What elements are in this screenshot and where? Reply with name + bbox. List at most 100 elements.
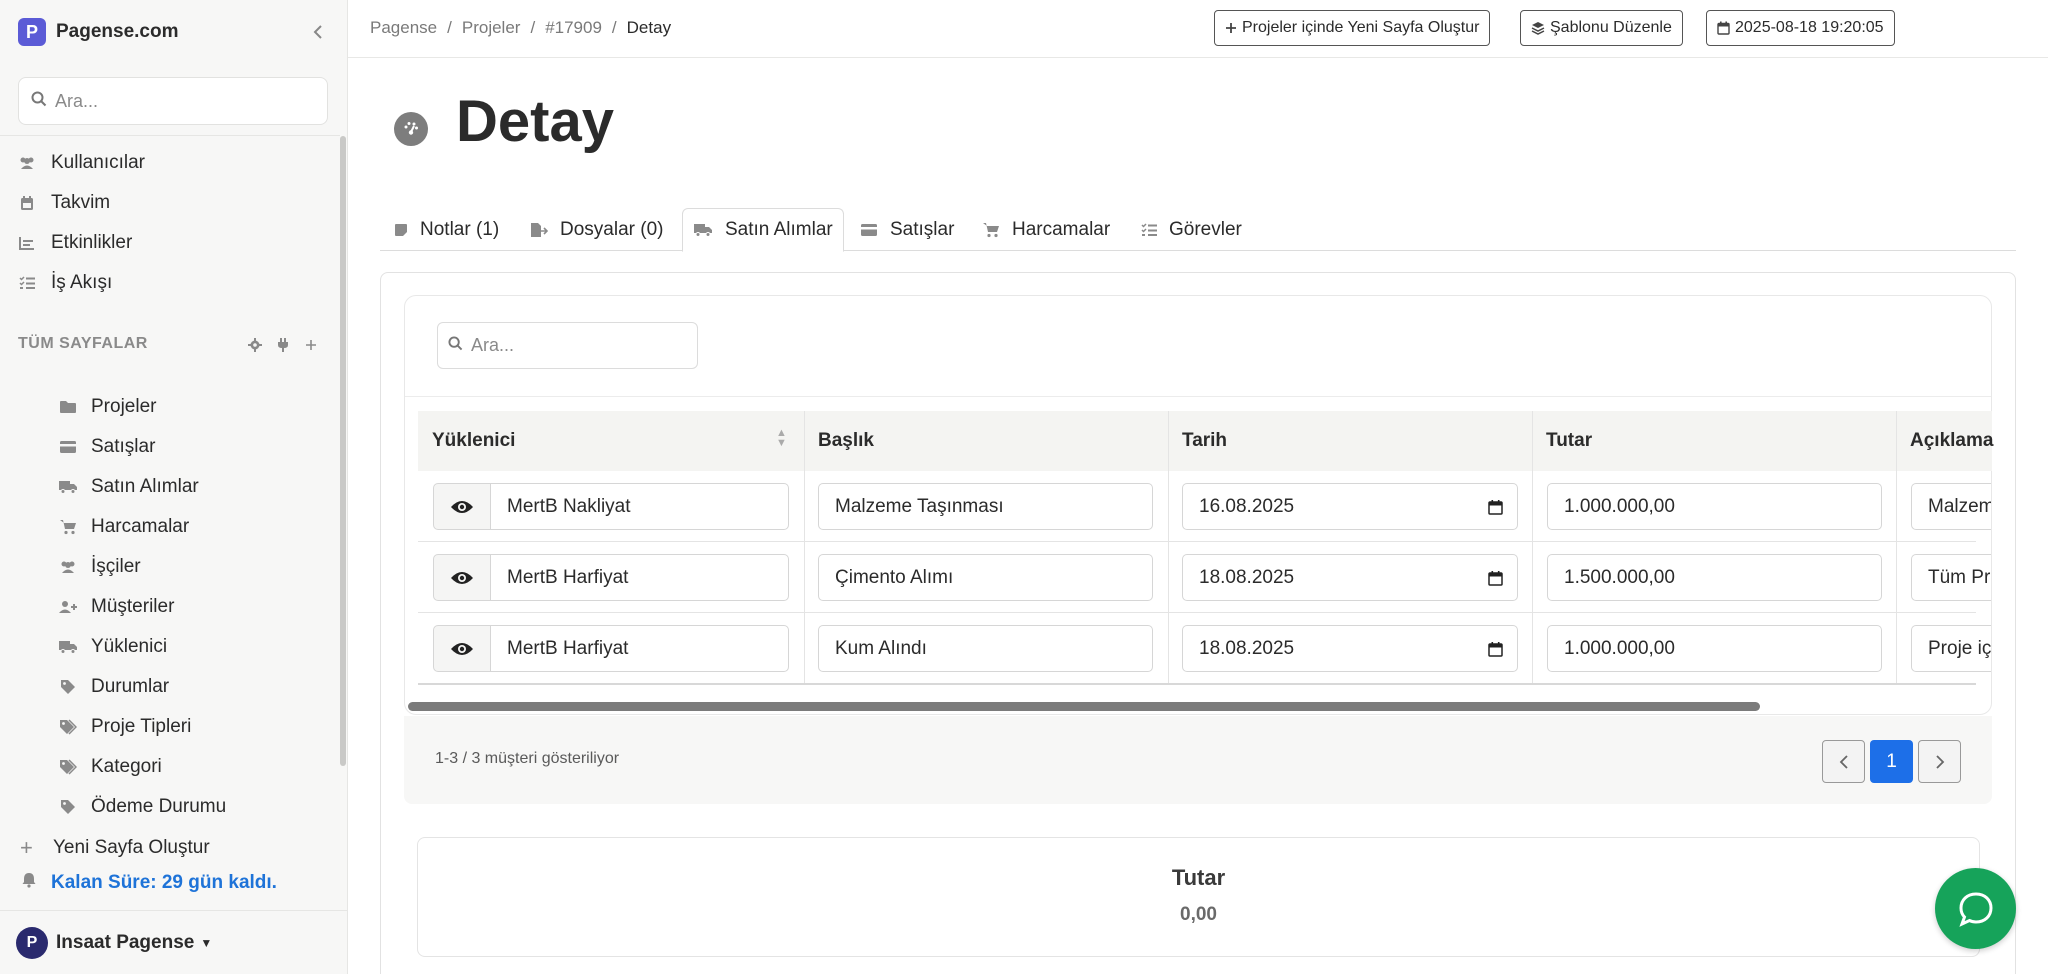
tab-purchases[interactable]: Satın Alımlar: [682, 208, 844, 252]
calendar-icon[interactable]: [1488, 499, 1503, 515]
new-page-button[interactable]: + Yeni Sayfa Oluştur: [20, 834, 210, 862]
collapse-sidebar-chevron-left-icon[interactable]: [306, 20, 330, 44]
previous-page-button[interactable]: [1822, 740, 1865, 783]
account-name: Insaat Pagense: [56, 932, 195, 953]
date-value: 18.08.2025: [1199, 637, 1295, 659]
breadcrumb-item[interactable]: #17909: [545, 18, 602, 38]
remaining-time-notice[interactable]: Kalan Süre: 29 gün kaldı.: [22, 869, 277, 897]
table-header: Yüklenici Başlık Tarih Tutar Açıklama: [418, 411, 1993, 471]
plus-icon[interactable]: [302, 336, 320, 354]
amount-field[interactable]: 1.000.000,00: [1547, 483, 1882, 530]
description-field[interactable]: Proje iç: [1911, 625, 1991, 672]
view-eye-icon-button[interactable]: [433, 554, 491, 601]
caret-down-icon: ▼: [200, 936, 213, 950]
summary-value: 0,00: [1180, 904, 1217, 925]
breadcrumb-current: Detay: [626, 18, 672, 37]
tab-sales[interactable]: Satışlar: [850, 208, 964, 251]
sidebar-item-label: Kullanıcılar: [51, 152, 145, 173]
description-field[interactable]: Tüm Pr: [1911, 554, 1991, 601]
amount-field[interactable]: 1.500.000,00: [1547, 554, 1882, 601]
tag-icon: [58, 678, 78, 696]
sidebar-item-calendar[interactable]: Takvim: [18, 187, 110, 219]
sidebar-divider: [0, 135, 340, 136]
sidebar-item-users[interactable]: Kullanıcılar: [18, 147, 145, 179]
sidebar-page-payment-status[interactable]: Ödeme Durumu: [58, 791, 226, 823]
eye-icon: [451, 500, 473, 513]
plug-icon[interactable]: [274, 336, 292, 354]
view-eye-icon-button[interactable]: [433, 483, 491, 530]
table-search-field[interactable]: [437, 322, 698, 369]
sidebar-page-category[interactable]: Kategori: [58, 751, 162, 783]
sidebar-search-field[interactable]: [18, 77, 328, 125]
sidebar-page-expenses[interactable]: Harcamalar: [58, 511, 189, 543]
breadcrumb: Pagense / Projeler / #17909 / Detay: [370, 18, 671, 38]
tab-label: Satın Alımlar: [725, 219, 833, 240]
sidebar-bottom-divider: [0, 910, 348, 911]
column-header-contractor[interactable]: Yüklenici: [418, 411, 515, 471]
eye-icon: [451, 571, 473, 584]
breadcrumb-item[interactable]: Pagense: [370, 18, 437, 38]
datetime-button[interactable]: 2025-08-18 19:20:05: [1706, 10, 1895, 46]
next-page-button[interactable]: [1918, 740, 1961, 783]
date-field[interactable]: 18.08.2025: [1182, 554, 1518, 601]
sidebar-scrollbar[interactable]: [340, 136, 346, 766]
sidebar-page-label: İşçiler: [91, 556, 141, 577]
tab-tasks[interactable]: Görevler: [1131, 208, 1252, 251]
title-field[interactable]: Çimento Alımı: [818, 554, 1153, 601]
column-header-title[interactable]: Başlık: [804, 411, 874, 471]
edit-template-button[interactable]: Şablonu Düzenle: [1520, 10, 1683, 46]
contractor-field[interactable]: MertB Harfiyat: [490, 554, 789, 601]
new-page-in-projects-button[interactable]: Projeler içinde Yeni Sayfa Oluştur: [1214, 10, 1491, 46]
user-plus-icon: [58, 598, 78, 616]
contractor-field[interactable]: MertB Harfiyat: [490, 625, 789, 672]
date-field[interactable]: 16.08.2025: [1182, 483, 1518, 530]
calendar-icon[interactable]: [1488, 570, 1503, 586]
sidebar-page-project-types[interactable]: Proje Tipleri: [58, 711, 191, 743]
cart-icon: [58, 518, 78, 536]
account-menu[interactable]: P Insaat Pagense ▼: [16, 926, 212, 960]
sidebar-item-events[interactable]: Etkinlikler: [18, 227, 132, 259]
cart-icon: [982, 222, 1000, 238]
tab-notes[interactable]: Notlar (1): [384, 208, 509, 251]
sidebar-item-workflow[interactable]: İş Akışı: [18, 267, 112, 299]
column-header-description[interactable]: Açıklama: [1896, 411, 1993, 471]
column-separator: [1896, 411, 1897, 685]
sidebar-page-purchases[interactable]: Satın Alımlar: [58, 471, 199, 503]
chat-support-button[interactable]: [1935, 868, 2016, 949]
table-search-input[interactable]: [471, 335, 681, 356]
plus-icon: +: [20, 835, 33, 860]
description-field[interactable]: Malzem: [1911, 483, 1991, 530]
brand-logo: P: [18, 18, 46, 46]
column-separator: [804, 411, 805, 685]
sort-icon[interactable]: ▲ ▼: [776, 428, 787, 449]
page-number-button[interactable]: 1: [1870, 740, 1913, 783]
amount-field[interactable]: 1.000.000,00: [1547, 625, 1882, 672]
sidebar-page-label: Müşteriler: [91, 596, 175, 617]
column-header-date[interactable]: Tarih: [1168, 411, 1227, 471]
sidebar-search-input[interactable]: [55, 90, 305, 112]
sidebar-page-statuses[interactable]: Durumlar: [58, 671, 169, 703]
sidebar-page-projects[interactable]: Projeler: [58, 391, 156, 423]
section-label-all-pages: TÜM SAYFALAR: [18, 335, 148, 352]
sidebar-page-workers[interactable]: İşçiler: [58, 551, 141, 583]
gear-icon[interactable]: [246, 336, 264, 354]
title-field[interactable]: Malzeme Taşınması: [818, 483, 1153, 530]
sidebar-page-contractor[interactable]: Yüklenici: [58, 631, 167, 663]
tab-expenses[interactable]: Harcamalar: [972, 208, 1120, 251]
brand[interactable]: P Pagense.com: [18, 18, 179, 46]
calendar-icon[interactable]: [1488, 641, 1503, 657]
breadcrumb-item[interactable]: Projeler: [462, 18, 521, 38]
date-value: 16.08.2025: [1199, 495, 1295, 517]
sidebar-page-sales[interactable]: Satışlar: [58, 431, 155, 463]
sidebar-page-customers[interactable]: Müşteriler: [58, 591, 174, 623]
date-field[interactable]: 18.08.2025: [1182, 625, 1518, 672]
datetime-label: 2025-08-18 19:20:05: [1735, 19, 1884, 36]
view-eye-icon-button[interactable]: [433, 625, 491, 672]
table-scrollbar-thumb[interactable]: [408, 702, 1760, 711]
sidebar-page-label: Ödeme Durumu: [91, 796, 227, 817]
contractor-field[interactable]: MertB Nakliyat: [490, 483, 789, 530]
folder-icon: [58, 398, 78, 416]
tab-files[interactable]: Dosyalar (0): [520, 208, 673, 251]
title-field[interactable]: Kum Alındı: [818, 625, 1153, 672]
column-header-amount[interactable]: Tutar: [1532, 411, 1592, 471]
